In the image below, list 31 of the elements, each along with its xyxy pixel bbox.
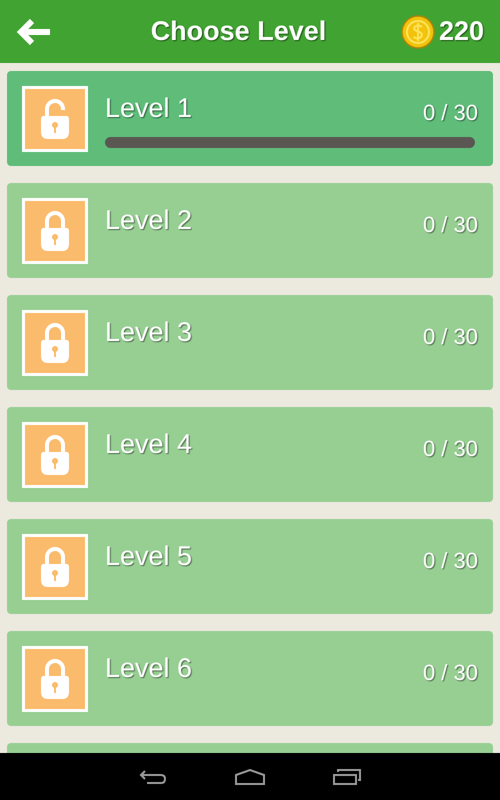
- level-card[interactable]: Level 2 0 / 30: [7, 183, 493, 278]
- level-card[interactable]: Level 5 0 / 30: [7, 519, 493, 614]
- level-score: 0 / 30: [422, 546, 478, 574]
- level-card[interactable]: Level 6 0 / 30: [7, 631, 493, 726]
- level-score: 0 / 30: [422, 658, 478, 686]
- level-name: Level 3: [105, 316, 192, 349]
- level-name: Level 5: [105, 540, 192, 573]
- level-name: Level 1: [105, 92, 192, 125]
- padlock-icon: [40, 434, 70, 476]
- recent-apps-icon[interactable]: [333, 768, 361, 784]
- padlock-icon: [40, 658, 70, 700]
- back-icon[interactable]: [139, 768, 167, 784]
- coin-icon: [400, 14, 435, 48]
- level-score: 0 / 30: [422, 322, 478, 350]
- level-card[interactable]: Level 4 0 / 30: [7, 407, 493, 502]
- coin-count: 220: [438, 15, 484, 48]
- level-score: 0 / 30: [422, 98, 478, 126]
- screen-title: Choose Level: [150, 15, 326, 48]
- level-name: Level 2: [105, 204, 192, 237]
- level-score: 0 / 30: [422, 434, 478, 462]
- padlock-icon: [40, 546, 70, 588]
- padlock-icon: [40, 322, 70, 364]
- open-padlock-icon: [40, 98, 70, 140]
- level-card[interactable]: Level 3 0 / 30: [7, 295, 493, 390]
- home-icon[interactable]: [235, 768, 265, 784]
- level-card[interactable]: Level 1 0 / 30: [7, 71, 493, 166]
- padlock-icon: [40, 210, 70, 252]
- level-score: 0 / 30: [422, 210, 478, 238]
- back-arrow-icon[interactable]: [16, 16, 52, 46]
- level-name: Level 4: [105, 428, 192, 461]
- level-name: Level 6: [105, 652, 192, 685]
